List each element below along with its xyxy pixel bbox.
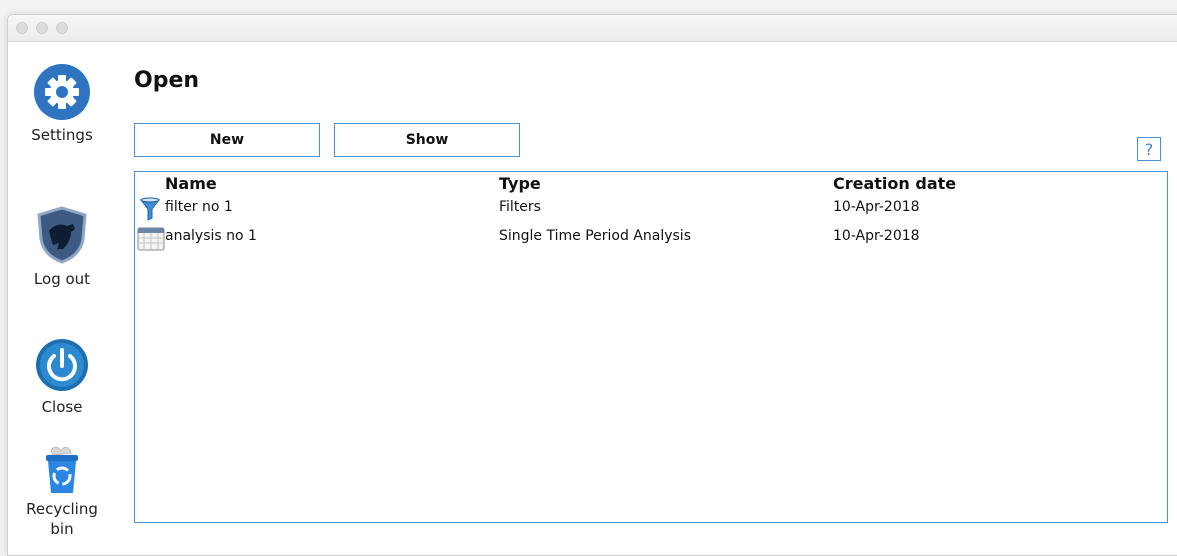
funnel-icon [139,197,161,221]
sidebar-item-log-out[interactable]: Log out [22,205,102,289]
power-icon [36,339,88,391]
window-close-control[interactable] [16,22,28,34]
window-zoom-control[interactable] [56,22,68,34]
sidebar-item-label: Close [41,398,83,416]
calendar-icon [137,227,165,251]
shield-panther-icon [37,206,87,264]
help-button[interactable]: ? [1137,137,1161,161]
recycling-bin-icon [46,446,78,493]
items-table: Name Type Creation date filter no 1 Filt… [134,171,1168,523]
page-title: Open [134,68,200,93]
show-button[interactable]: Show [334,123,520,157]
row-name: filter no 1 [165,199,233,215]
sidebar-item-close[interactable]: Close [22,337,102,417]
sidebar-item-label: Recycling bin [26,500,98,538]
row-date: 10-Apr-2018 [833,228,920,244]
row-name: analysis no 1 [165,228,257,244]
row-date: 10-Apr-2018 [833,199,920,215]
row-type: Single Time Period Analysis [499,228,691,244]
sidebar-item-recycling-bin[interactable]: Recycling bin [22,443,102,539]
column-header-name[interactable]: Name [165,174,217,193]
sidebar-item-settings[interactable]: Settings [22,63,102,145]
window-minimize-control[interactable] [36,22,48,34]
row-type: Filters [499,199,541,215]
sidebar-item-label: Log out [33,270,91,288]
table-row[interactable]: filter no 1 Filters 10-Apr-2018 [135,194,1165,222]
table-row[interactable]: analysis no 1 Single Time Period Analysi… [135,223,1165,251]
column-header-creation-date[interactable]: Creation date [833,174,956,193]
sidebar-item-label: Settings [31,126,93,144]
column-header-type[interactable]: Type [499,174,541,193]
app-window: Settings Log out Close Recycling bin Ope… [7,14,1177,556]
new-button[interactable]: New [134,123,320,157]
gear-icon [34,64,90,120]
title-bar [8,15,1177,42]
